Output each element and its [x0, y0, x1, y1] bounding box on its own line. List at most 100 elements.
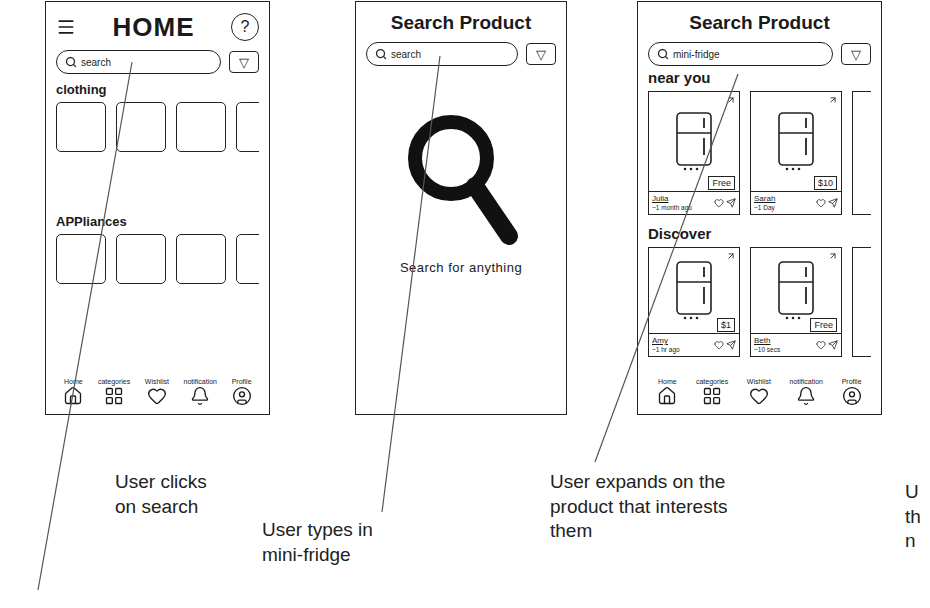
send-icon[interactable]	[726, 340, 736, 350]
category-tile[interactable]	[116, 102, 166, 152]
search-value: mini-fridge	[673, 49, 720, 60]
category-tile[interactable]	[176, 234, 226, 284]
category-tile[interactable]	[176, 102, 226, 152]
send-icon[interactable]	[828, 340, 838, 350]
nav-item[interactable]: notification	[790, 378, 823, 406]
magnifier-icon	[401, 108, 521, 248]
post-time: ~1 Day	[754, 204, 775, 211]
nav-label: Profile	[842, 378, 862, 385]
caption-line: th	[905, 505, 930, 530]
nav-label: categories	[98, 378, 130, 385]
caption-line: product that interests	[550, 495, 905, 520]
price-badge: $10	[814, 176, 837, 190]
fridge-icon	[673, 260, 715, 322]
heart-icon[interactable]	[816, 340, 826, 350]
filter-button[interactable]: ▽	[841, 43, 871, 65]
category-tile[interactable]	[56, 234, 106, 284]
screen-title: Search Product	[648, 8, 871, 38]
seller-name[interactable]: Amy	[652, 337, 680, 346]
search-placeholder: search	[391, 49, 421, 60]
seller-name[interactable]: Julia	[652, 195, 692, 204]
nav-item[interactable]: categories	[696, 378, 728, 406]
caption-line: on search	[115, 495, 262, 520]
expand-button[interactable]	[726, 95, 736, 105]
screen-title: Search Product	[366, 8, 556, 38]
category-tile[interactable]	[56, 102, 106, 152]
filter-button[interactable]: ▽	[526, 43, 556, 65]
seller-name[interactable]: Sarah	[754, 195, 775, 204]
card-actions	[714, 340, 736, 350]
home-header: HOME?	[56, 8, 259, 46]
product-card[interactable]: $10 Sarah~1 Day	[750, 91, 842, 215]
price-badge: Free	[810, 318, 837, 332]
fridge-icon	[673, 111, 715, 173]
seller-info: Julia~1 month ago	[652, 195, 692, 211]
section-label: APPliances	[56, 214, 259, 229]
product-card[interactable]: $1Amy~1 hr ago	[648, 247, 740, 357]
product-card[interactable]: Free Beth~10 secs	[750, 247, 842, 357]
nav-item[interactable]: notification	[184, 378, 217, 406]
search-field[interactable]: search	[56, 50, 221, 74]
nav-item[interactable]: Wishlist	[145, 378, 169, 406]
help-button[interactable]: ?	[231, 13, 259, 41]
tile-row	[56, 234, 259, 284]
heart-icon[interactable]	[714, 198, 724, 208]
phone-frame: HOME? search ▽ clothing APPliances Home catego…	[45, 1, 270, 415]
card-actions	[714, 198, 736, 208]
heart-icon[interactable]	[816, 198, 826, 208]
nav-item[interactable]: categories	[98, 378, 130, 406]
post-time: ~1 hr ago	[652, 346, 680, 353]
caption-line: User types in	[262, 518, 550, 543]
expand-icon	[726, 251, 736, 261]
nav-label: Wishlist	[145, 378, 169, 385]
expand-icon	[828, 95, 838, 105]
bottom-nav: Home categories Wishlist notification Profil…	[648, 378, 871, 408]
expand-button[interactable]	[726, 251, 736, 261]
nav-label: Home	[658, 378, 677, 385]
category-tile[interactable]	[236, 234, 259, 284]
caption: User expands on theproduct that interest…	[550, 470, 905, 544]
category-tile[interactable]	[236, 102, 259, 152]
expand-button[interactable]	[828, 95, 838, 105]
nav-item[interactable]: Profile	[842, 378, 862, 406]
card-row: FreeJulia~1 month ago $10 Sarah~1 Day	[648, 91, 871, 215]
nav-label: notification	[184, 378, 217, 385]
caption: User types inmini-fridge	[262, 518, 550, 567]
seller-info: Beth~10 secs	[754, 337, 780, 353]
product-card[interactable]: FreeJulia~1 month ago	[648, 91, 740, 215]
empty-message: Search for anything	[400, 260, 522, 275]
expand-button[interactable]	[828, 251, 838, 261]
category-tile[interactable]	[116, 234, 166, 284]
search-icon	[65, 56, 77, 68]
bottom-nav: Home categories Wishlist notification Profil…	[56, 378, 259, 408]
seller-name[interactable]: Beth	[754, 337, 780, 346]
expand-icon	[726, 95, 736, 105]
caption-line: them	[550, 519, 905, 544]
send-icon[interactable]	[828, 198, 838, 208]
nav-item[interactable]: Home	[657, 378, 677, 406]
more-card[interactable]	[852, 91, 871, 215]
nav-item[interactable]: Wishlist	[747, 378, 771, 406]
search-row: mini-fridge ▽	[648, 42, 871, 66]
more-card[interactable]	[852, 247, 871, 357]
frames-row: HOME? search ▽ clothing APPliances Home catego…	[0, 0, 930, 415]
card-row: $1Amy~1 hr ago Free Beth~10 secs	[648, 247, 871, 357]
search-field[interactable]: mini-fridge	[648, 42, 833, 66]
nav-icon	[796, 386, 816, 406]
nav-item[interactable]: Home	[63, 378, 83, 406]
nav-icon	[749, 386, 769, 406]
search-field[interactable]: search	[366, 42, 518, 66]
filter-button[interactable]: ▽	[229, 51, 259, 73]
section-label: clothing	[56, 82, 259, 97]
phone-frame: Search Productmini-fridge▽near youFreeJu…	[637, 1, 882, 415]
nav-label: Profile	[232, 378, 252, 385]
menu-icon[interactable]	[56, 17, 76, 37]
heart-icon[interactable]	[714, 340, 724, 350]
post-time: ~1 month ago	[652, 204, 692, 211]
send-icon[interactable]	[726, 198, 736, 208]
nav-item[interactable]: Profile	[232, 378, 252, 406]
results-section: Discover$1Amy~1 hr agoFreeBeth~10 secs	[648, 215, 871, 357]
annotation-arrow	[595, 74, 738, 462]
caption-line: n	[905, 529, 930, 554]
nav-label: Wishlist	[747, 378, 771, 385]
